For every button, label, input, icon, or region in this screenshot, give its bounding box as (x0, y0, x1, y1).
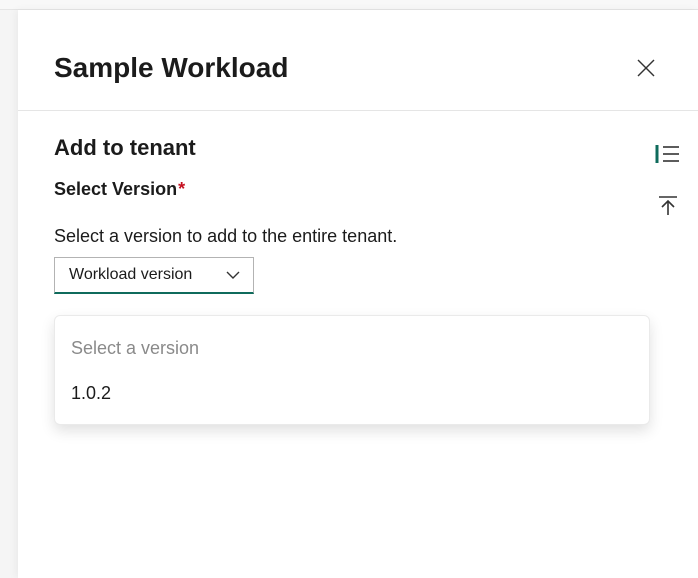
version-listbox: Select a version 1.0.2 (54, 315, 650, 425)
dropdown-label: Workload version (69, 266, 192, 284)
field-label-text: Select Version (54, 179, 177, 199)
listbox-option[interactable]: 1.0.2 (55, 375, 649, 412)
close-icon (637, 59, 655, 77)
listbox-placeholder: Select a version (55, 330, 649, 375)
version-dropdown[interactable]: Workload version (54, 257, 254, 294)
panel-header: Sample Workload (18, 10, 698, 111)
close-button[interactable] (628, 50, 664, 86)
field-label: Select Version* (54, 179, 662, 200)
side-panel: Sample Workload Add to tenant (18, 10, 698, 578)
required-indicator: * (178, 179, 185, 199)
helper-text: Select a version to add to the entire te… (54, 226, 662, 247)
panel-title: Sample Workload (54, 52, 288, 84)
chevron-down-icon (225, 267, 241, 283)
section-title: Add to tenant (54, 135, 662, 161)
app-topbar (0, 0, 698, 10)
panel-content: Add to tenant Select Version* Select a v… (18, 111, 698, 294)
